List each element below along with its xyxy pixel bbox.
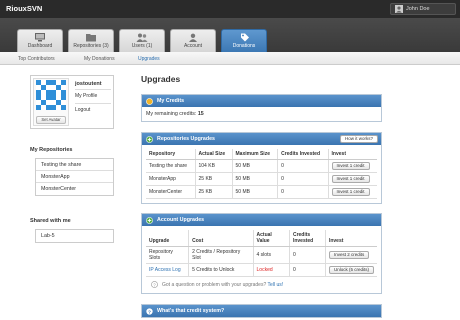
user-icon [395,5,403,13]
avatar-box: Set Avatar [33,78,69,126]
credit-info-header[interactable]: ? What's that credit system? [142,305,381,317]
logout-link[interactable]: Logout [75,107,90,113]
ip-access-log-link[interactable]: IP Access Log [146,263,190,277]
divider [75,89,111,90]
profile-card: Set Avatar jostoutent My Profile Logout [30,75,114,129]
question-icon: ? [151,281,158,288]
account-icon [189,33,197,42]
subnav-top-contributors[interactable]: Top Contributors [18,56,55,62]
repo-upgrades-panel: Repositories Upgrades How it works? Repo… [141,132,382,204]
credits-label: My remaining credits: [146,111,197,117]
table-row: Testing the share 104 KB 50 MB 0 Invest … [146,159,377,173]
repo-upgrades-header: Repositories Upgrades How it works? [142,133,381,145]
credit-info-panel: ? What's that credit system? [141,304,382,318]
tab-users[interactable]: Users (1) [119,29,165,52]
svg-text:?: ? [148,309,151,315]
folder-icon [86,34,96,42]
table-row: Repository Slots 2 Credits / Repository … [146,246,377,264]
tell-us-link[interactable]: Tell us! [268,282,284,288]
unlock-button[interactable]: Unlock (5 credits) [328,266,374,274]
users-icon [136,33,148,42]
repo-upgrades-body: Repository Actual Size Maximum Size Cred… [142,145,381,203]
tab-dashboard[interactable]: Dashboard [17,29,63,52]
coin-icon [146,97,153,105]
user-name: John Doe [406,6,430,12]
sidebar-item-repo[interactable]: MonsterApp [36,171,113,183]
plus-icon [146,216,153,224]
question-icon: ? [146,307,153,315]
table-row: MonsterApp 25 KB 50 MB 0 Invest 1 credit [146,172,377,186]
question-footer: ? Got a question or problem with your up… [142,277,381,293]
how-it-works-button[interactable]: How it works? [339,135,378,143]
subnav-upgrades[interactable]: Upgrades [138,56,160,62]
shared-heading: Shared with me [30,218,71,224]
page-title: Upgrades [141,74,181,84]
table-header-row: Upgrade Cost Actual Value Credits Invest… [146,230,377,247]
my-profile-link[interactable]: My Profile [75,93,97,99]
my-repositories-heading: My Repositories [30,147,73,153]
account-upgrades-body: Upgrade Cost Actual Value Credits Invest… [142,226,381,277]
user-menu-button[interactable]: John Doe [390,3,456,15]
tab-account[interactable]: Account [170,29,216,52]
account-upgrades-header: Account Upgrades [142,214,381,226]
question-text: Got a question or problem with your upgr… [162,282,267,288]
shared-list: Lab-5 [35,229,114,243]
set-avatar-button[interactable]: Set Avatar [36,116,66,124]
credits-panel-header: My Credits [142,95,381,107]
credits-panel: My Credits My remaining credits: 15 [141,94,382,122]
repo-upgrades-table: Repository Actual Size Maximum Size Cred… [146,149,377,199]
app-title: RiouxSVN [6,4,43,13]
monitor-icon [35,33,45,42]
account-upgrades-table: Upgrade Cost Actual Value Credits Invest… [146,230,377,277]
invest-button[interactable]: Invest 1 credit [331,162,370,170]
credits-body: My remaining credits: 15 [142,107,381,121]
account-upgrades-panel: Account Upgrades Upgrade Cost Actual Val… [141,213,382,294]
profile-username: jostoutent [75,81,102,87]
divider [75,103,111,104]
main-tabs: Dashboard Repositories (3) Users (1) Acc… [0,18,460,52]
svg-text:?: ? [153,282,156,287]
table-row: IP Access Log 5 Credits to Unlock Locked… [146,263,377,277]
invest-button[interactable]: Invest 1 credit [331,175,370,183]
repositories-list: Testing the share MonsterApp MonsterCent… [35,158,114,196]
locked-status: Locked [253,263,290,277]
invest-button[interactable]: Invest 1 credit [331,188,370,196]
sub-nav: Top Contributors My Donations Upgrades [0,52,460,65]
avatar [36,80,66,110]
sidebar-item-repo[interactable]: Testing the share [36,159,113,171]
invest-button[interactable]: Invest 2 credits [328,251,370,259]
credits-value: 15 [197,111,204,117]
top-bar: RiouxSVN John Doe [0,0,460,18]
plus-icon [146,135,153,143]
sidebar-item-shared[interactable]: Lab-5 [36,230,113,242]
sidebar-item-repo[interactable]: MonsterCenter [36,183,113,195]
tab-donations[interactable]: Donations [221,29,267,52]
table-row: MonsterCenter 25 KB 50 MB 0 Invest 1 cre… [146,185,377,199]
table-header-row: Repository Actual Size Maximum Size Cred… [146,149,377,160]
tab-repositories[interactable]: Repositories (3) [68,29,114,52]
tag-icon [241,33,249,42]
subnav-my-donations[interactable]: My Donations [84,56,115,62]
